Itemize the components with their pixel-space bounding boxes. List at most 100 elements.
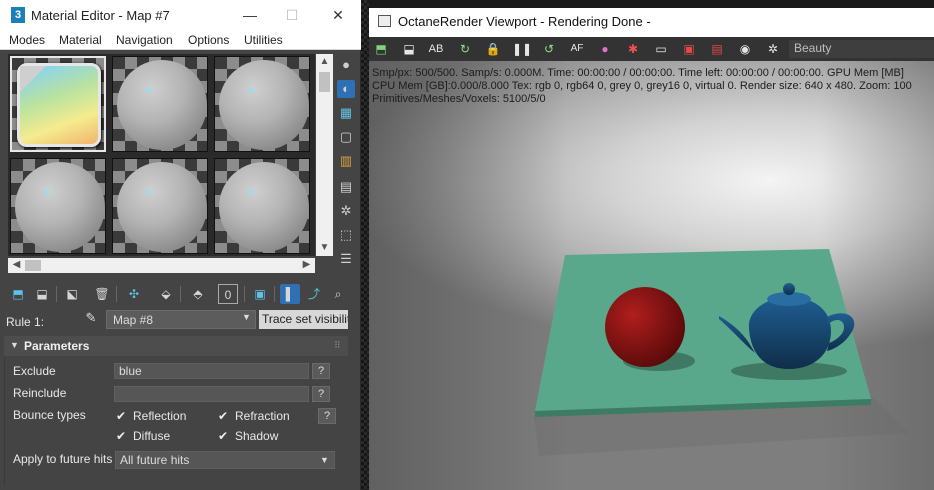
get-material-icon[interactable]: ⬒: [8, 284, 28, 304]
rollout-grip-icon[interactable]: ⠿: [334, 340, 341, 351]
bitmap-map-preview: [17, 63, 101, 147]
menu-modes[interactable]: Modes: [9, 33, 45, 47]
exclude-help-button[interactable]: ?: [312, 363, 330, 379]
lock-resolution-icon[interactable]: ▤: [708, 40, 726, 58]
show-shaded-in-viewport-icon[interactable]: ▣: [250, 284, 270, 304]
refraction-label: Refraction: [235, 409, 290, 423]
highlight-dot: [249, 190, 253, 194]
menu-material[interactable]: Material: [59, 33, 102, 47]
select-by-material-icon[interactable]: ⬚: [337, 226, 355, 244]
video-color-check-icon[interactable]: ▥: [337, 152, 355, 170]
sample-uv-tiling-icon[interactable]: ▢: [337, 128, 355, 146]
map-name-dropdown[interactable]: Map #8: [106, 310, 256, 329]
menu-options[interactable]: Options: [188, 33, 229, 47]
material-picker-icon[interactable]: ✱: [624, 40, 642, 58]
render-canvas[interactable]: Smp/px: 500/500. Samp/s: 0.000M. Time: 0…: [369, 61, 934, 490]
toolbar-divider: [244, 286, 245, 302]
sample-slot-6[interactable]: [214, 158, 310, 254]
rendered-scene: [534, 249, 909, 456]
camera-icon[interactable]: ◉: [736, 40, 754, 58]
exclude-field[interactable]: blue: [114, 363, 309, 379]
menu-navigation[interactable]: Navigation: [116, 33, 173, 47]
show-end-result-icon[interactable]: ▌: [280, 284, 300, 304]
octane-window-title: OctaneRender Viewport - Rendering Done -: [398, 14, 651, 29]
sample-slot-3[interactable]: [214, 56, 310, 152]
save-render-icon[interactable]: ⬒: [372, 40, 390, 58]
page-curl-icon: [20, 66, 46, 92]
reinclude-help-button[interactable]: ?: [312, 386, 330, 402]
render-stats-line-2: CPU Mem [GB]:0.000/8.000 Tex: rgb 0, rgb…: [372, 80, 912, 92]
chevron-down-icon[interactable]: ▼: [320, 455, 329, 465]
menu-bar: Modes Material Navigation Options Utilit…: [0, 31, 361, 50]
go-forward-to-sibling-icon[interactable]: ⌕: [328, 284, 348, 304]
go-to-parent-icon[interactable]: ⤴: [304, 284, 324, 304]
red-sphere: [605, 287, 685, 367]
slots-horizontal-scrollbar[interactable]: [8, 258, 315, 273]
options-icon[interactable]: ✲: [337, 202, 355, 220]
minimize-button[interactable]: —: [240, 5, 260, 25]
reinclude-field[interactable]: [114, 386, 309, 402]
toolbar-divider: [56, 286, 57, 302]
color-picker-icon[interactable]: ●: [596, 40, 614, 58]
toolbar-divider: [116, 286, 117, 302]
backlight-icon[interactable]: ◐: [337, 80, 355, 98]
sample-slot-2[interactable]: [112, 56, 208, 152]
scroll-left-icon[interactable]: ◀: [8, 259, 25, 270]
make-unique-icon[interactable]: ✣: [124, 284, 144, 304]
settings-gear-icon[interactable]: ✲: [764, 40, 782, 58]
zero-channel-icon[interactable]: 0: [218, 284, 238, 304]
vertical-scroll-thumb[interactable]: [319, 72, 330, 92]
sample-slots-panel: [8, 54, 315, 256]
bounce-types-help-button[interactable]: ?: [318, 408, 336, 424]
assign-to-selection-icon[interactable]: ⬕: [62, 284, 82, 304]
autofocus-icon[interactable]: AF: [568, 40, 586, 58]
render-stats-line-1: Smp/px: 500/500. Samp/s: 0.000M. Time: 0…: [372, 67, 904, 79]
toolbar-divider: [274, 286, 275, 302]
put-to-library-icon[interactable]: ⬙: [156, 284, 176, 304]
shadow-label: Shadow: [235, 429, 279, 443]
reflection-label: Reflection: [133, 409, 187, 423]
make-preview-icon[interactable]: ▤: [337, 178, 355, 196]
diffuse-checkbox[interactable]: ✔: [116, 430, 128, 442]
pause-icon[interactable]: ❚❚: [512, 40, 532, 58]
material-sphere: [117, 60, 207, 150]
close-button[interactable]: ✕: [328, 5, 348, 25]
film-region-icon[interactable]: ▣: [680, 40, 698, 58]
material-map-navigator-icon[interactable]: ☰: [337, 250, 355, 268]
scroll-right-icon[interactable]: ▶: [298, 259, 315, 270]
scroll-up-icon[interactable]: ▲: [316, 56, 333, 67]
scroll-down-icon[interactable]: ▼: [316, 242, 333, 253]
render-pass-dropdown[interactable]: Beauty: [789, 40, 934, 58]
restart-render-icon[interactable]: ↻: [456, 40, 474, 58]
reset-map-icon[interactable]: 🗑: [92, 284, 112, 304]
material-editor-toolbar: ⬒ ⬓ ⬕ 🗑 ✣ ⬙ ⬘ 0 ▣ ▌ ⤴ ⌕: [8, 284, 353, 304]
highlight-dot: [147, 88, 151, 92]
maximize-button[interactable]: ☐: [282, 5, 302, 25]
reload-scene-icon[interactable]: ↺: [540, 40, 558, 58]
chevron-down-icon[interactable]: ▼: [242, 312, 251, 322]
background-pattern-icon[interactable]: ▦: [337, 104, 355, 122]
ab-compare-icon[interactable]: AB: [427, 40, 445, 58]
shadow-checkbox[interactable]: ✔: [218, 430, 230, 442]
apply-to-future-hits-label: Apply to future hits: [13, 452, 113, 466]
material-id-channel-icon[interactable]: ⬘: [188, 284, 208, 304]
bounce-types-label: Bounce types: [13, 408, 86, 422]
sample-slot-5[interactable]: [112, 158, 208, 254]
sample-slot-4[interactable]: [10, 158, 106, 254]
put-to-scene-icon[interactable]: ⬓: [32, 284, 52, 304]
sample-type-sphere-icon[interactable]: ●: [337, 56, 355, 74]
sample-slot-1[interactable]: [10, 56, 106, 152]
reflection-checkbox[interactable]: ✔: [116, 410, 128, 422]
highlight-dot: [45, 190, 49, 194]
collapse-triangle-icon[interactable]: ▼: [10, 340, 19, 350]
clipboard-icon[interactable]: ⬓: [400, 40, 418, 58]
menu-utilities[interactable]: Utilities: [244, 33, 283, 47]
lock-icon[interactable]: 🔒: [484, 40, 502, 58]
material-sphere: [219, 60, 309, 150]
refraction-checkbox[interactable]: ✔: [218, 410, 230, 422]
apply-to-future-hits-dropdown[interactable]: All future hits: [115, 451, 335, 469]
horizontal-scroll-thumb[interactable]: [25, 260, 41, 271]
trace-set-visibility-button[interactable]: Trace set visibility: [259, 310, 348, 329]
region-render-icon[interactable]: ▭: [652, 40, 670, 58]
eyedropper-icon[interactable]: ✎: [82, 310, 100, 328]
